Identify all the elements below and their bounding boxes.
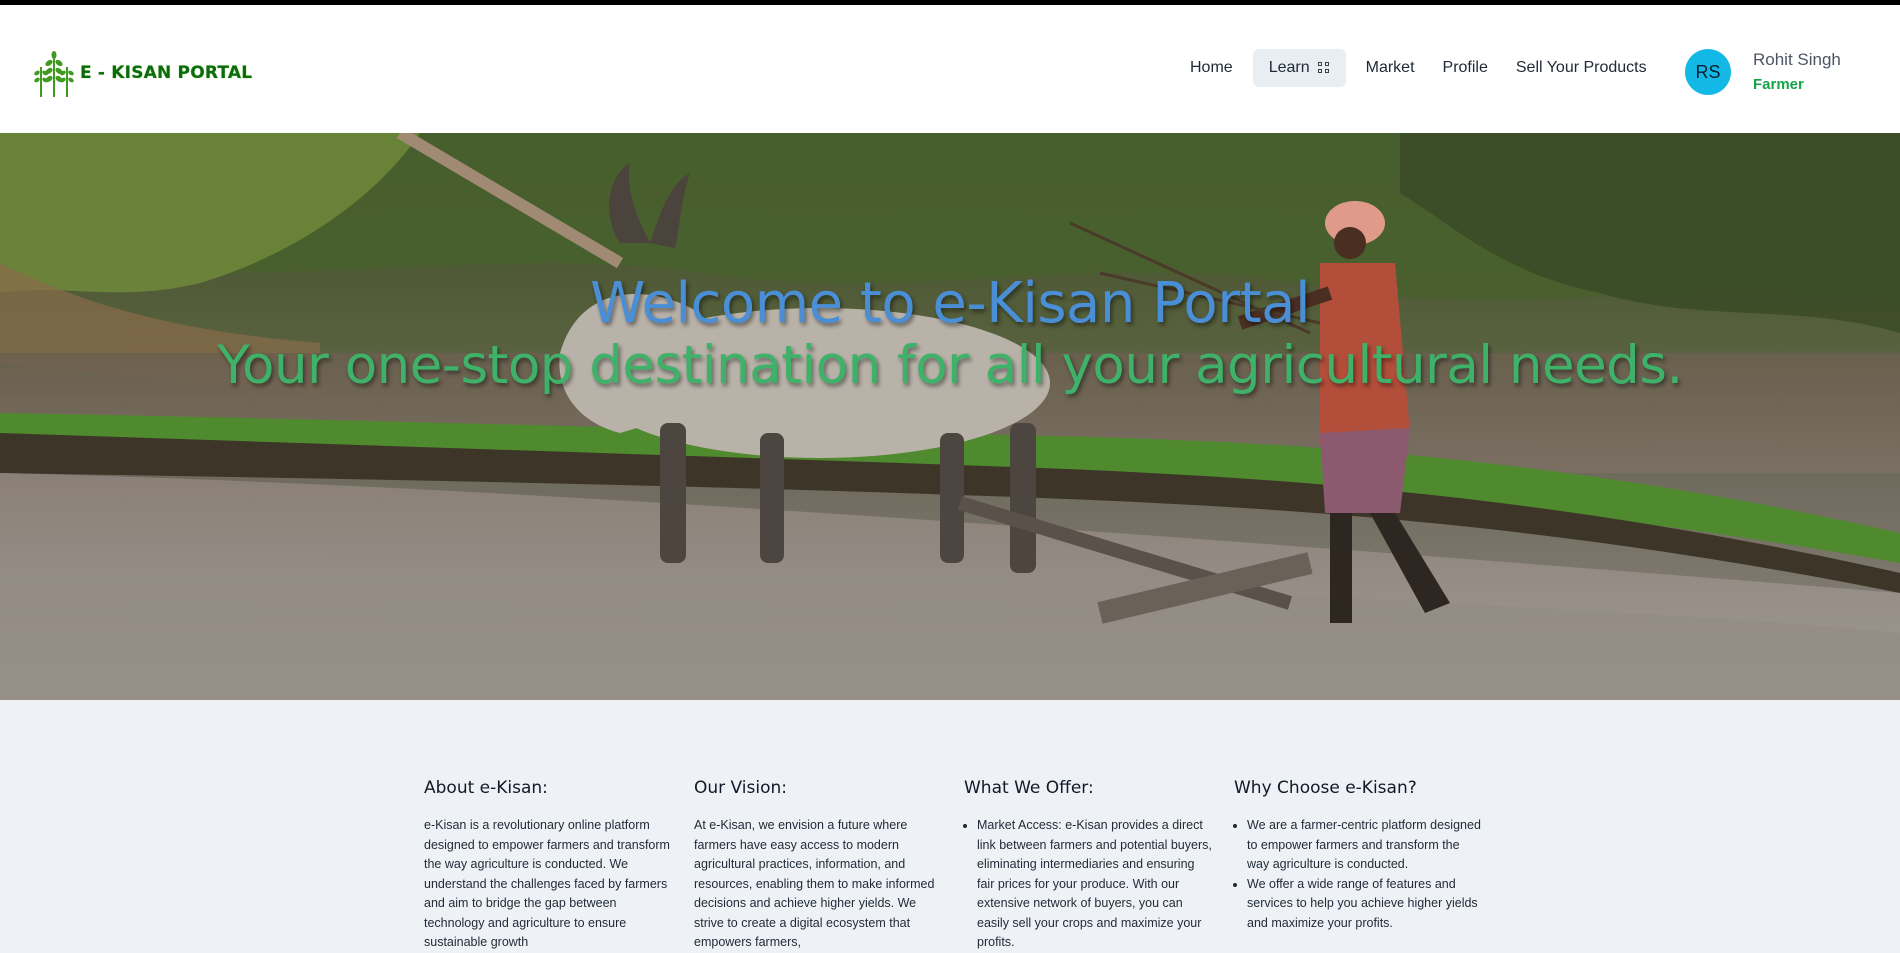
vision-text: At e-Kisan, we envision a future where f… <box>694 818 935 949</box>
list-item: We offer a wide range of features and se… <box>1247 875 1482 934</box>
why-heading: Why Choose e-Kisan? <box>1234 778 1417 798</box>
nav-home[interactable]: Home <box>1176 49 1247 87</box>
nav-market[interactable]: Market <box>1352 49 1429 87</box>
nav-learn-label: Learn <box>1268 59 1310 76</box>
user-name: Rohit Singh <box>1753 50 1841 69</box>
farmer-plowing-with-oxen-photo <box>0 133 1900 700</box>
navbar: E - KISAN PORTAL Home Learn Market Profi… <box>0 5 1900 133</box>
user-role: Farmer <box>1753 76 1804 93</box>
about-text: e-Kisan is a revolutionary online platfo… <box>424 818 670 949</box>
avatar[interactable]: RS <box>1685 49 1731 95</box>
hero-banner: Welcome to e-Kisan Portal Your one-stop … <box>0 133 1900 700</box>
nav-profile[interactable]: Profile <box>1429 49 1502 87</box>
vision-heading: Our Vision: <box>694 778 788 798</box>
offer-list: Market Access: e-Kisan provides a direct… <box>964 816 1212 953</box>
why-list: We are a farmer-centric platform designe… <box>1234 816 1482 933</box>
about-column: About e-Kisan: e-Kisan is a revolutionar… <box>424 778 694 953</box>
offer-column: What We Offer: Market Access: e-Kisan pr… <box>964 778 1234 953</box>
nav-learn[interactable]: Learn <box>1252 49 1346 87</box>
why-column: Why Choose e-Kisan? We are a farmer-cent… <box>1234 778 1504 953</box>
hero-subtitle: Your one-stop destination for all your a… <box>217 335 1683 396</box>
vision-column: Our Vision: At e-Kisan, we envision a fu… <box>694 778 964 953</box>
logo[interactable]: E - KISAN PORTAL <box>34 49 252 97</box>
about-heading: About e-Kisan: <box>424 778 548 798</box>
wheat-icon <box>34 51 74 97</box>
list-item: Market Access: e-Kisan provides a direct… <box>977 816 1212 953</box>
nav-sell-products[interactable]: Sell Your Products <box>1502 49 1661 87</box>
logo-text: E - KISAN PORTAL <box>80 63 253 83</box>
main-nav: Home Learn Market Profile Sell Your Prod… <box>1176 48 1661 88</box>
grid-icon <box>1317 62 1330 74</box>
hero-title: Welcome to e-Kisan Portal <box>589 271 1311 336</box>
offer-heading: What We Offer: <box>964 778 1094 798</box>
info-section: About e-Kisan: e-Kisan is a revolutionar… <box>424 778 1504 953</box>
list-item: We are a farmer-centric platform designe… <box>1247 816 1482 875</box>
